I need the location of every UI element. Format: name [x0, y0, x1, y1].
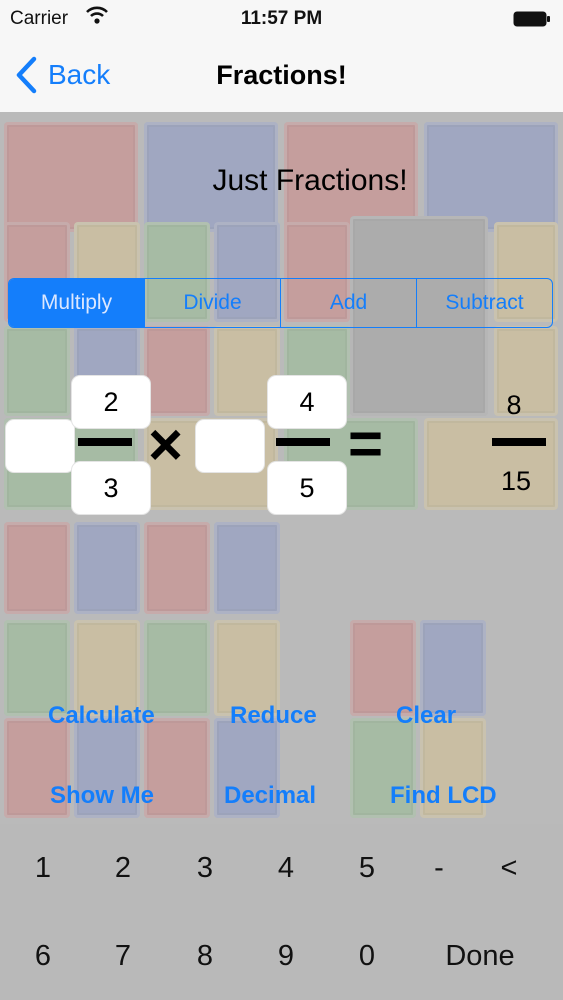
fraction2-whole-input[interactable]	[196, 420, 264, 472]
fraction1-bar	[78, 438, 132, 446]
key-done[interactable]: Done	[430, 940, 530, 973]
clear-button[interactable]: Clear	[396, 702, 456, 730]
result-denominator: 15	[500, 466, 532, 496]
key-backspace[interactable]: <	[484, 852, 534, 885]
fraction1-denominator-input[interactable]: 3	[72, 462, 150, 514]
show-me-button[interactable]: Show Me	[50, 782, 154, 810]
segment-add[interactable]: Add	[280, 279, 416, 327]
key-4[interactable]: 4	[261, 852, 311, 885]
main-heading: Just Fractions!	[212, 164, 408, 197]
key-8[interactable]: 8	[180, 940, 230, 973]
status-bar: Carrier 11:57 PM	[0, 0, 563, 40]
number-keyboard: 1 2 3 4 5 - < 6 7 8 9 0 Done	[0, 824, 563, 1000]
multiply-operator: ×	[148, 411, 184, 478]
segment-multiply[interactable]: Multiply	[9, 279, 144, 327]
fraction1-whole-input[interactable]	[6, 420, 74, 472]
key-minus[interactable]: -	[414, 852, 464, 885]
key-6[interactable]: 6	[18, 940, 68, 973]
key-7[interactable]: 7	[98, 940, 148, 973]
key-0[interactable]: 0	[342, 940, 392, 973]
fraction2-numerator-input[interactable]: 4	[268, 376, 346, 428]
segment-subtract[interactable]: Subtract	[416, 279, 552, 327]
calculator-area: Just Fractions! Multiply Divide Add Subt…	[0, 112, 563, 824]
fraction2-denominator-input[interactable]: 5	[268, 462, 346, 514]
result-numerator: 8	[506, 390, 522, 420]
decimal-button[interactable]: Decimal	[224, 782, 316, 810]
status-time: 11:57 PM	[240, 8, 323, 29]
calculate-button[interactable]: Calculate	[48, 702, 155, 730]
fraction2-bar	[276, 438, 330, 446]
find-lcd-button[interactable]: Find LCD	[390, 782, 497, 810]
operation-selector: Multiply Divide Add Subtract	[8, 278, 553, 328]
segment-divide[interactable]: Divide	[144, 279, 280, 327]
reduce-button[interactable]: Reduce	[230, 702, 317, 730]
key-2[interactable]: 2	[98, 852, 148, 885]
key-9[interactable]: 9	[261, 940, 311, 973]
battery-icon	[513, 11, 550, 27]
fraction1-numerator-input[interactable]: 2	[72, 376, 150, 428]
equals-operator: =	[348, 410, 384, 477]
page-title: Fractions!	[216, 60, 347, 90]
result-bar	[492, 438, 546, 446]
key-1[interactable]: 1	[18, 852, 68, 885]
key-3[interactable]: 3	[180, 852, 230, 885]
key-5[interactable]: 5	[342, 852, 392, 885]
navigation-bar: Back Fractions!	[0, 40, 563, 113]
